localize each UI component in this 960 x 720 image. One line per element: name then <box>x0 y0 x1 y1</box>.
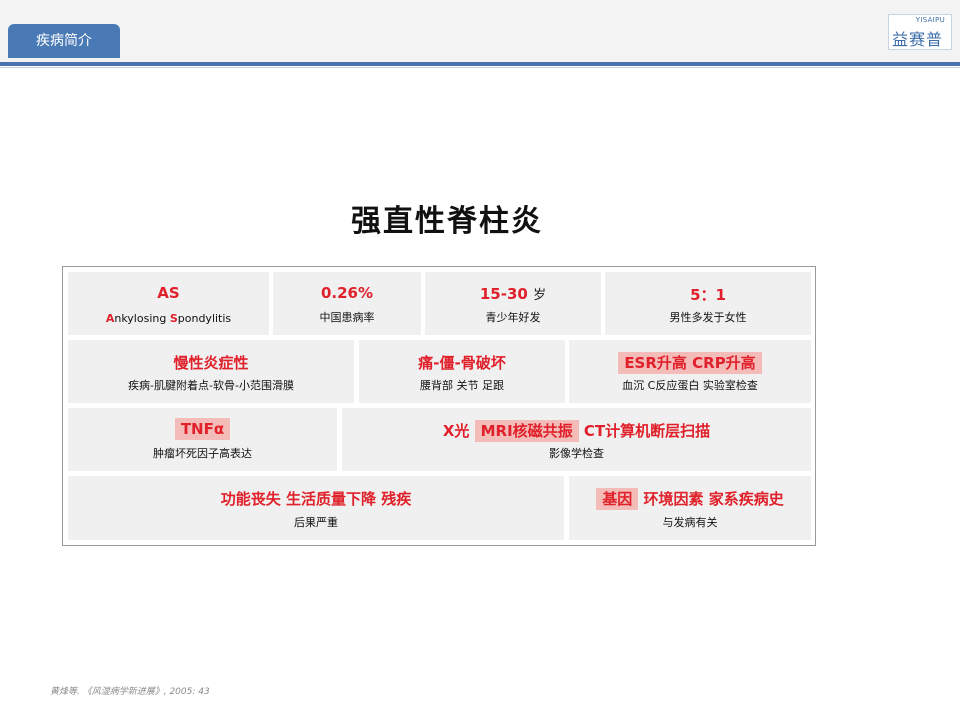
citation-footer: 黄烽等. 《风湿病学新进展》, 2005: 43 <box>50 687 210 697</box>
cell-title: TNFα <box>68 418 337 440</box>
section-tab[interactable]: 疾病简介 <box>8 24 120 58</box>
cell-chronic: 慢性炎症性 疾病-肌腱附着点-软骨-小范围滑膜 <box>68 340 354 403</box>
highlight-lab: ESR升高 CRP升高 <box>618 352 762 374</box>
highlight-mri: MRI核磁共振 <box>474 420 579 442</box>
info-table: AS Ankylosing Spondylitis 0.26% 中国患病率 15… <box>62 266 816 546</box>
imaging-ct: CT计算机断层扫描 <box>583 422 711 440</box>
highlight-tnf: TNFα <box>174 418 231 440</box>
cell-title: 功能丧失 生活质量下降 残疾 <box>220 490 412 508</box>
cell-title: AS <box>157 284 180 302</box>
cell-subtitle: 影像学检查 <box>549 447 604 460</box>
cell-prevalence: 0.26% 中国患病率 <box>273 272 421 335</box>
cell-subtitle: 肿瘤坏死因子高表达 <box>153 447 252 460</box>
header-divider-thin <box>0 67 960 68</box>
cell-imaging: X光 MRI核磁共振 CT计算机断层扫描 影像学检查 <box>342 408 811 471</box>
page-title: 强直性脊柱炎 <box>351 204 543 239</box>
logo-text-cn: 益赛普 <box>892 30 944 49</box>
age-unit: 岁 <box>533 288 547 303</box>
cell-subtitle: 血沉 C反应蛋白 实验室检查 <box>622 379 758 392</box>
cell-subtitle: 腰背部 关节 足跟 <box>420 379 504 392</box>
cell-ratio: 5：1 男性多发于女性 <box>605 272 811 335</box>
subtitle-text: pondylitis <box>177 312 232 325</box>
cell-subtitle: 与发病有关 <box>662 516 718 529</box>
cell-subtitle: 中国患病率 <box>319 311 375 324</box>
header-divider <box>0 62 960 66</box>
cell-title: 0.26% <box>320 284 374 302</box>
highlight-gene: 基因 <box>596 488 639 510</box>
cell-title: ESR升高 CRP升高 <box>569 352 811 374</box>
age-range: 15-30 <box>479 285 528 303</box>
cell-title: 基因 环境因素 家系疾病史 <box>569 488 811 510</box>
cell-lab: ESR升高 CRP升高 血沉 C反应蛋白 实验室检查 <box>569 340 811 403</box>
header-bar <box>0 0 960 64</box>
subtitle-initial: S <box>169 312 178 325</box>
cell-cause: 基因 环境因素 家系疾病史 与发病有关 <box>569 476 811 540</box>
cell-as: AS Ankylosing Spondylitis <box>68 272 269 335</box>
cell-title: 慢性炎症性 <box>173 354 249 372</box>
cell-subtitle: 青少年好发 <box>485 311 541 324</box>
cell-subtitle: 后果严重 <box>294 516 338 529</box>
cell-symptoms: 痛-僵-骨破坏 腰背部 关节 足跟 <box>359 340 565 403</box>
cell-title: 5：1 <box>690 286 726 304</box>
cell-subtitle: 疾病-肌腱附着点-软骨-小范围滑膜 <box>128 379 294 392</box>
cell-tnf: TNFα 肿瘤坏死因子高表达 <box>68 408 337 471</box>
subtitle-text: nkylosing <box>114 312 170 325</box>
cell-title: 痛-僵-骨破坏 <box>418 354 506 372</box>
cell-title: 15-30 岁 <box>425 284 601 303</box>
cell-age: 15-30 岁 青少年好发 <box>425 272 601 335</box>
cause-factors: 环境因素 家系疾病史 <box>643 490 784 508</box>
cell-subtitle: 男性多发于女性 <box>669 311 747 324</box>
logo-text-en: YISAIPU <box>915 16 945 24</box>
imaging-xray: X光 <box>442 422 470 440</box>
cell-title: X光 MRI核磁共振 CT计算机断层扫描 <box>342 420 811 442</box>
cell-consequence: 功能丧失 生活质量下降 残疾 后果严重 <box>68 476 564 540</box>
brand-logo: YISAIPU 益赛普 <box>888 14 952 50</box>
cell-subtitle: Ankylosing Spondylitis <box>68 312 269 325</box>
